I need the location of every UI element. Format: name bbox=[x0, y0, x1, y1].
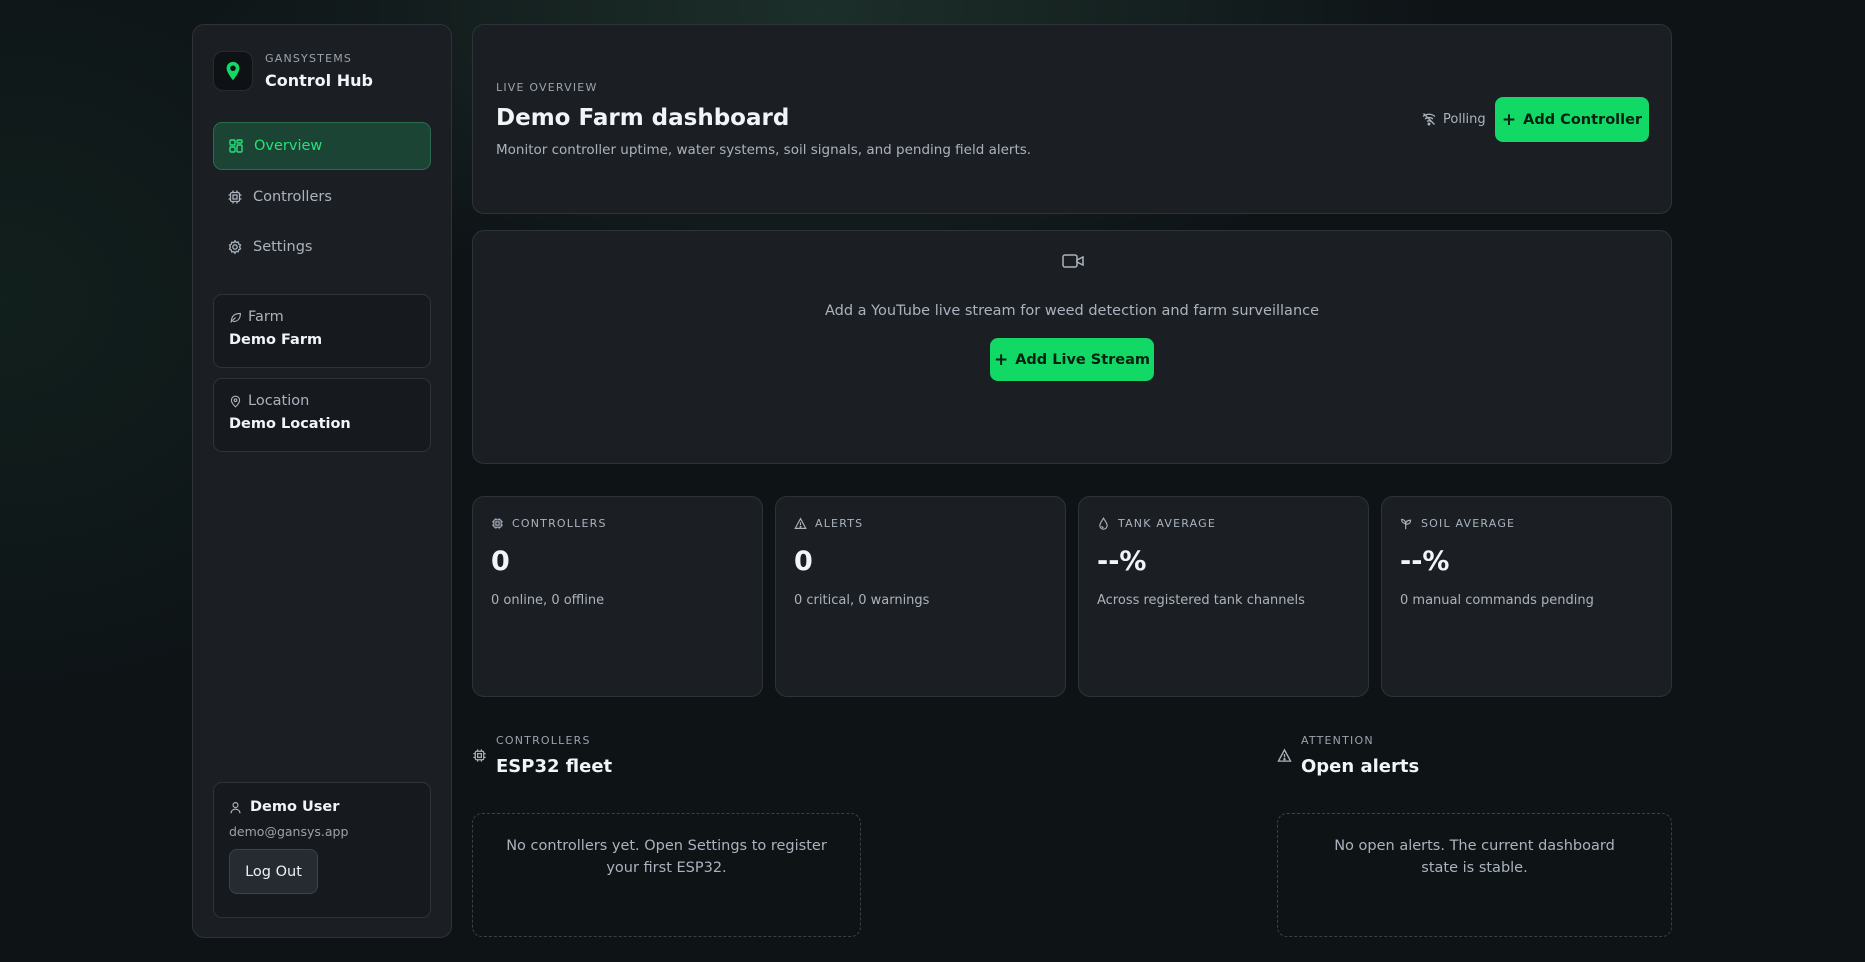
nav-item-label: Settings bbox=[253, 239, 313, 255]
plus-icon: + bbox=[1501, 109, 1517, 130]
video-icon bbox=[1061, 251, 1085, 271]
add-live-stream-button[interactable]: + Add Live Stream bbox=[990, 338, 1154, 381]
polling-label: Polling bbox=[1443, 111, 1486, 127]
nav-item-settings[interactable]: Settings bbox=[213, 223, 431, 271]
live-stream-panel: Add a YouTube live stream for weed detec… bbox=[472, 230, 1672, 464]
stat-label: CONTROLLERS bbox=[512, 517, 607, 530]
alerts-title: Open alerts bbox=[1301, 756, 1420, 777]
droplet-icon bbox=[1097, 517, 1110, 530]
live-stream-prompt: Add a YouTube live stream for weed detec… bbox=[824, 303, 1320, 319]
user-email: demo@gansys.app bbox=[229, 824, 349, 839]
cpu-icon bbox=[227, 189, 243, 205]
stat-value: --% bbox=[1400, 546, 1450, 577]
user-card: Demo User demo@gansys.app Log Out bbox=[213, 782, 431, 918]
stat-sub: 0 critical, 0 warnings bbox=[794, 593, 930, 608]
warning-icon bbox=[794, 517, 807, 530]
brand-title: Control Hub bbox=[265, 71, 373, 90]
warning-icon bbox=[1277, 748, 1292, 763]
nav-item-overview[interactable]: Overview bbox=[213, 122, 431, 170]
stat-label: ALERTS bbox=[815, 517, 864, 530]
farm-value: Demo Farm bbox=[229, 332, 323, 348]
farm-card: Farm Demo Farm bbox=[213, 294, 431, 368]
logout-button[interactable]: Log Out bbox=[229, 849, 318, 894]
map-pin-icon bbox=[213, 51, 253, 91]
stat-sub: Across registered tank channels bbox=[1097, 593, 1305, 608]
location-label: Location bbox=[248, 393, 310, 409]
brand-eyebrow: GANSYSTEMS bbox=[265, 52, 353, 65]
alerts-eyebrow: ATTENTION bbox=[1301, 734, 1374, 747]
stat-label: SOIL AVERAGE bbox=[1421, 517, 1516, 530]
brand: GANSYSTEMS Control Hub bbox=[213, 51, 373, 91]
user-name: Demo User bbox=[250, 799, 340, 815]
controllers-title: ESP32 fleet bbox=[496, 756, 613, 777]
add-controller-label: Add Controller bbox=[1523, 111, 1643, 128]
leaf-icon bbox=[229, 311, 242, 324]
cpu-icon bbox=[472, 748, 487, 763]
nav-item-label: Overview bbox=[254, 138, 323, 154]
stat-value: 0 bbox=[491, 546, 510, 577]
plus-icon: + bbox=[993, 349, 1009, 370]
nav-item-controllers[interactable]: Controllers bbox=[213, 173, 431, 221]
sprout-icon bbox=[1400, 517, 1413, 530]
stat-value: 0 bbox=[794, 546, 813, 577]
controllers-empty-state: No controllers yet. Open Settings to reg… bbox=[472, 813, 861, 937]
stat-card-tank-average: TANK AVERAGE --% Across registered tank … bbox=[1078, 496, 1369, 697]
user-icon bbox=[229, 801, 242, 814]
controllers-eyebrow: CONTROLLERS bbox=[496, 734, 591, 747]
add-live-stream-label: Add Live Stream bbox=[1015, 351, 1151, 368]
stat-value: --% bbox=[1097, 546, 1147, 577]
stat-sub: 0 manual commands pending bbox=[1400, 593, 1594, 608]
pin-icon bbox=[229, 395, 242, 408]
location-card: Location Demo Location bbox=[213, 378, 431, 452]
sidebar: GANSYSTEMS Control Hub Overview Controll… bbox=[192, 24, 452, 938]
wifi-off-icon bbox=[1421, 111, 1437, 127]
polling-indicator: Polling bbox=[1421, 111, 1486, 127]
alerts-empty-state: No open alerts. The current dashboard st… bbox=[1277, 813, 1672, 937]
stat-card-soil-average: SOIL AVERAGE --% 0 manual commands pendi… bbox=[1381, 496, 1672, 697]
stat-label: TANK AVERAGE bbox=[1118, 517, 1217, 530]
cpu-icon bbox=[491, 517, 504, 530]
grid-icon bbox=[228, 138, 244, 154]
stat-card-alerts: ALERTS 0 0 critical, 0 warnings bbox=[775, 496, 1066, 697]
stat-sub: 0 online, 0 offline bbox=[491, 593, 605, 608]
header-eyebrow: LIVE OVERVIEW bbox=[496, 81, 598, 94]
gear-icon bbox=[227, 239, 243, 255]
location-value: Demo Location bbox=[229, 416, 351, 432]
page-subtitle: Monitor controller uptime, water systems… bbox=[496, 142, 1032, 158]
header-panel: LIVE OVERVIEW Demo Farm dashboard Monito… bbox=[472, 24, 1672, 214]
stat-card-controllers: CONTROLLERS 0 0 online, 0 offline bbox=[472, 496, 763, 697]
add-controller-button[interactable]: + Add Controller bbox=[1495, 97, 1649, 142]
nav-item-label: Controllers bbox=[253, 189, 332, 205]
farm-label: Farm bbox=[248, 309, 284, 325]
page-title: Demo Farm dashboard bbox=[496, 105, 790, 131]
